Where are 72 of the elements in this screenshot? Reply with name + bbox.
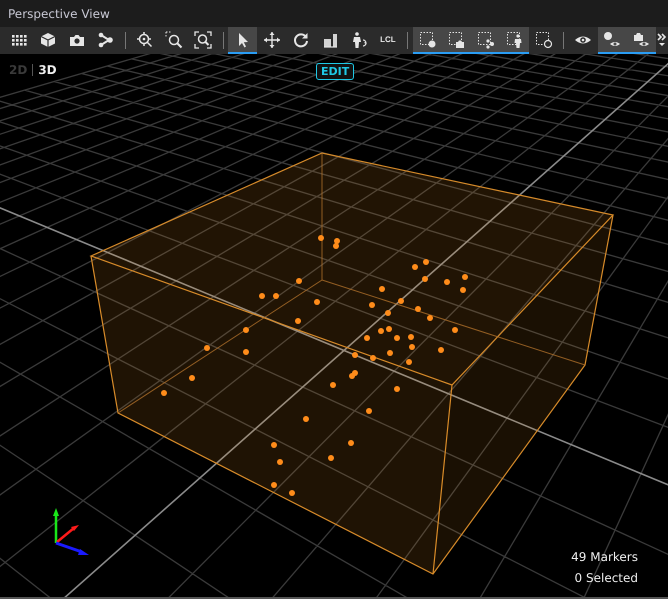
marker-dot: [385, 310, 391, 316]
edit-button[interactable]: EDIT: [316, 63, 354, 80]
marker-dot: [427, 315, 433, 321]
marker-dot: [398, 298, 404, 304]
chevron-icon: [656, 30, 668, 48]
marker-dot: [330, 382, 336, 388]
marker-dot: [277, 459, 283, 465]
marker-dot: [394, 386, 400, 392]
marker-dot: [364, 335, 370, 341]
zoom-target-icon: [136, 30, 154, 48]
marker-dot: [204, 345, 210, 351]
marker-dot: [452, 327, 458, 333]
marker-dot: [370, 355, 376, 361]
marker-dot: [243, 349, 249, 355]
zoom-region-icon: [165, 30, 184, 48]
toolbar-button[interactable]: [500, 27, 530, 54]
marker-dot: [271, 482, 277, 488]
marker-dot: [423, 259, 429, 265]
toolbar-button[interactable]: [228, 27, 258, 54]
marker-dot: [412, 264, 418, 270]
cube-icon: [38, 30, 56, 48]
marker-dot: [295, 318, 301, 324]
view-mode-tab[interactable]: 3D: [38, 63, 57, 77]
marker-dot: [189, 375, 195, 381]
marker-dot: [352, 352, 358, 358]
toolbar-button[interactable]: [598, 27, 627, 54]
marker-dot: [328, 455, 334, 461]
marker-dot: [366, 408, 372, 414]
marker-dot: [460, 287, 466, 293]
select-marker-icon: [418, 30, 437, 48]
marker-dot: [422, 276, 428, 282]
local-button[interactable]: LCL: [373, 27, 402, 54]
marker-dot: [243, 327, 249, 333]
marker-dot: [444, 279, 450, 285]
marker-dot: [273, 293, 279, 299]
status-text: 49 Markers: [571, 550, 638, 564]
marker-dot: [369, 302, 375, 308]
marker-dot: [314, 299, 320, 305]
marker-dot: [379, 286, 385, 292]
move-icon: [262, 30, 281, 48]
select-skeleton-icon: [506, 30, 524, 48]
marker-dot: [415, 306, 421, 312]
select-node-icon: [476, 30, 495, 48]
marker-dot: [408, 334, 414, 340]
marker-dot: [259, 293, 265, 299]
nodes-icon: [96, 30, 114, 48]
marker-dot: [387, 350, 393, 356]
axis-gizmo-icon: [53, 508, 89, 555]
marker-dot: [462, 274, 468, 280]
window-title: Perspective View: [8, 6, 110, 20]
marker-dot: [303, 416, 309, 422]
show-markers-icon: [603, 30, 622, 48]
marker-dot: [296, 278, 302, 284]
marker-dot: [386, 326, 392, 332]
marker-dot: [289, 490, 295, 496]
marker-dot: [318, 235, 324, 241]
marker-dot: [438, 347, 444, 353]
toolbar-button[interactable]: [413, 27, 442, 54]
show-cameras-icon: [632, 30, 650, 48]
marker-dot: [161, 390, 167, 396]
zoom-fit-icon: [194, 30, 212, 48]
marker-dot: [406, 359, 412, 365]
status-text: 0 Selected: [574, 571, 638, 585]
marker-dot: [378, 328, 384, 334]
toolbar-button[interactable]: [626, 27, 656, 54]
marker-dot: [409, 344, 415, 350]
marker-dot: [394, 335, 400, 341]
marker-dot: [348, 440, 354, 446]
rotate-icon: [292, 30, 310, 48]
select-empty-icon: [534, 30, 553, 48]
select-camera-icon: [448, 30, 466, 48]
marker-dot: [271, 442, 277, 448]
